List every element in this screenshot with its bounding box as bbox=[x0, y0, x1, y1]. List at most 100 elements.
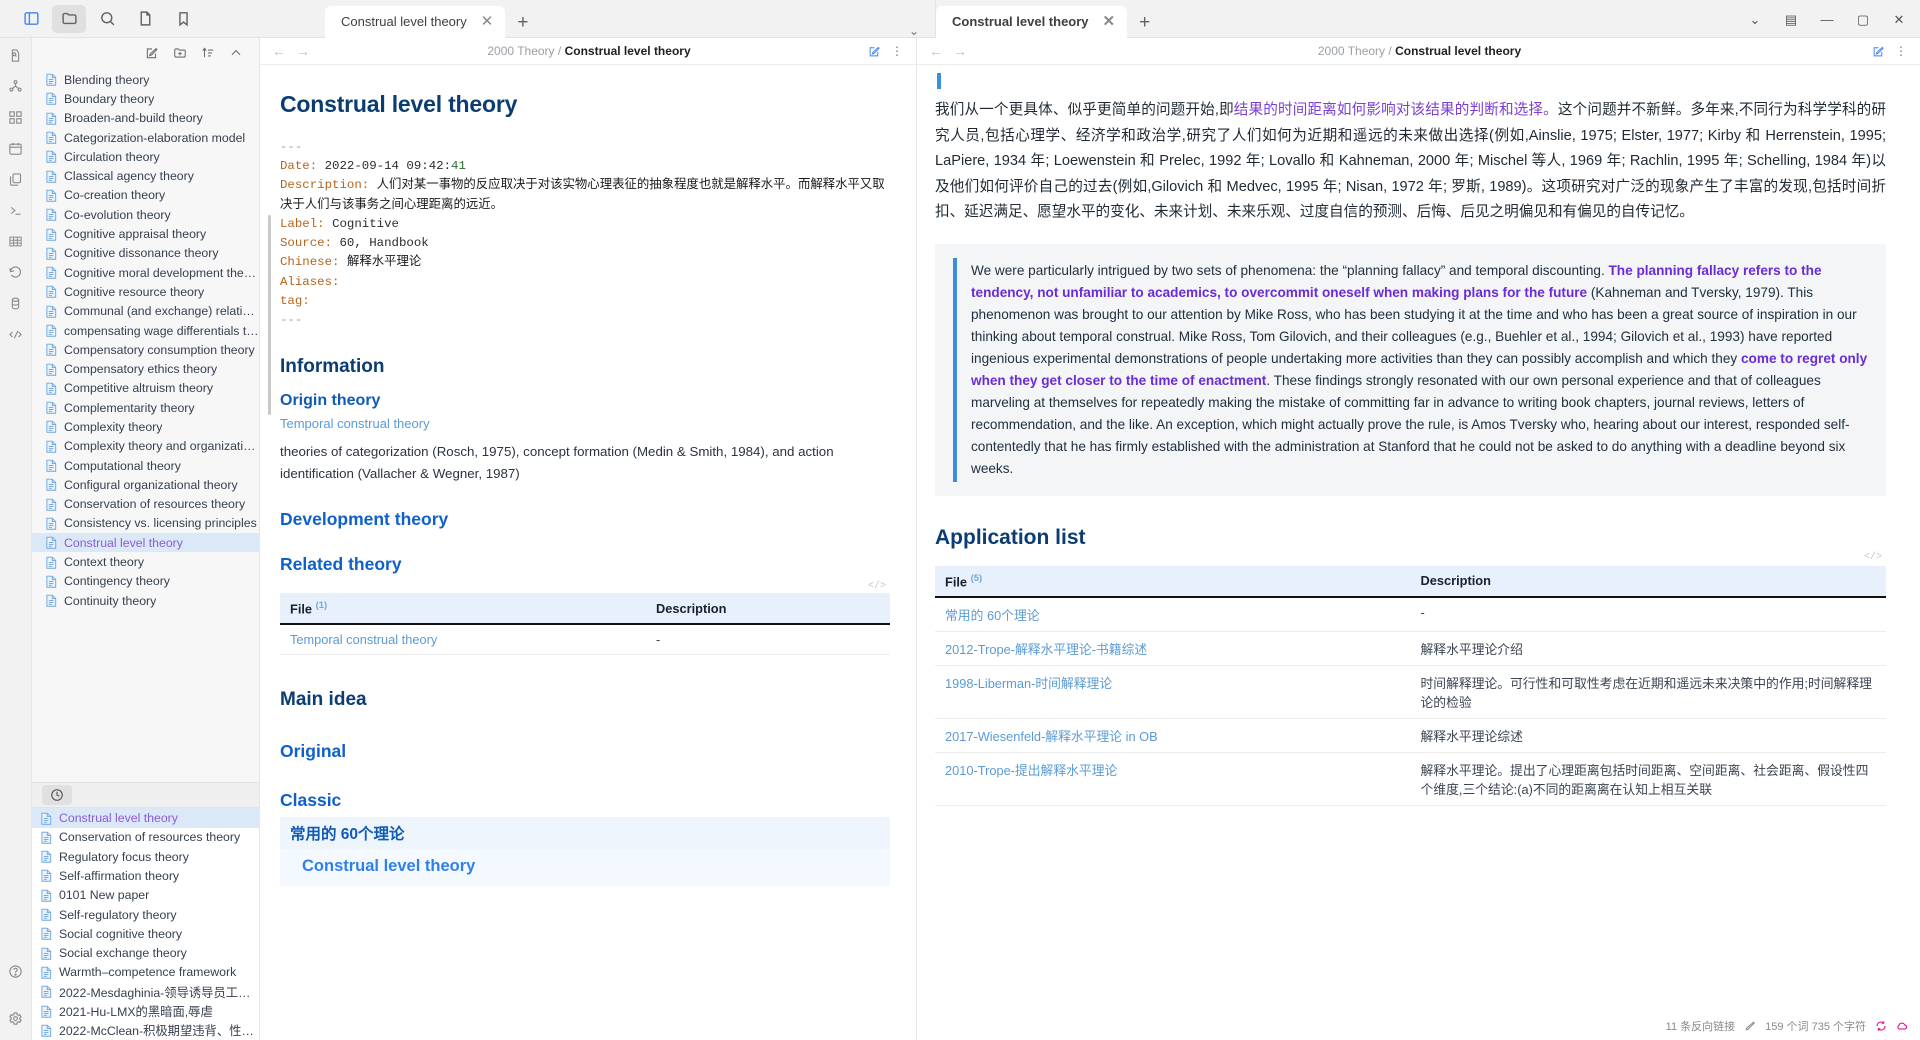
recent-file-list[interactable]: Construal level theory Conservation of re… bbox=[32, 808, 259, 1040]
file-list-item[interactable]: Computational theory bbox=[32, 456, 259, 475]
file-list-item[interactable]: Boundary theory bbox=[32, 89, 259, 108]
minimize-pane-icon[interactable]: ⌄ bbox=[1738, 5, 1772, 35]
table-row[interactable]: 常用的 60个理论 - bbox=[935, 597, 1886, 633]
file-link[interactable]: Temporal construal theory bbox=[290, 632, 437, 647]
cell-file[interactable]: Temporal construal theory bbox=[280, 624, 646, 656]
terminal-icon[interactable] bbox=[8, 203, 23, 218]
file-list[interactable]: Blending theory Boundary theory Broaden-an… bbox=[32, 68, 259, 782]
new-tab-button-center[interactable]: + bbox=[505, 12, 540, 34]
maximize-window-button[interactable]: ▢ bbox=[1846, 5, 1880, 35]
toggle-sidebar-icon[interactable] bbox=[14, 5, 48, 33]
nav-back-button[interactable]: ← bbox=[272, 43, 286, 59]
table-icon[interactable] bbox=[8, 234, 23, 249]
recent-list-item[interactable]: Social cognitive theory bbox=[32, 924, 259, 943]
right-document[interactable]: 我们从一个更具体、似乎更简单的问题开始,即结果的时间距离如何影响对该结果的判断和… bbox=[917, 65, 1920, 1040]
tab-construal-level-theory-right[interactable]: Construal level theory ✕ bbox=[936, 5, 1128, 38]
origin-theory-link[interactable]: Temporal construal theory bbox=[280, 416, 890, 431]
recent-list-item[interactable]: Self-affirmation theory bbox=[32, 866, 259, 885]
breadcrumb-root[interactable]: 2000 Theory bbox=[1318, 44, 1385, 58]
recent-list-item[interactable]: Social exchange theory bbox=[32, 944, 259, 963]
document-icon[interactable] bbox=[128, 5, 162, 33]
nav-forward-button[interactable]: → bbox=[296, 43, 310, 59]
center-document[interactable]: Construal level theory --- Date: 2022-09… bbox=[260, 65, 916, 1040]
tab-construal-level-theory-center[interactable]: Construal level theory ✕ bbox=[325, 5, 506, 38]
search-icon[interactable] bbox=[90, 5, 124, 33]
breadcrumb-root[interactable]: 2000 Theory bbox=[487, 44, 554, 58]
recent-list-item[interactable]: Self-regulatory theory bbox=[32, 905, 259, 924]
file-link[interactable]: 2010-Trope-提出解释水平理论 bbox=[945, 763, 1117, 778]
recent-list-item[interactable]: 2022-McClean-积极期望违背、性别、想... bbox=[32, 1021, 259, 1040]
related-theory-table[interactable]: File (1) Description Temporal construal … bbox=[280, 593, 890, 656]
new-doc-icon[interactable] bbox=[145, 46, 159, 60]
bookmark-icon[interactable] bbox=[166, 5, 200, 33]
file-list-item[interactable]: Cognitive moral development theory bbox=[32, 263, 259, 282]
more-vertical-icon[interactable]: ⋮ bbox=[1895, 44, 1908, 58]
file-list-item[interactable]: Competitive altruism theory bbox=[32, 379, 259, 398]
file-list-item[interactable]: Co-evolution theory bbox=[32, 205, 259, 224]
sync-icon[interactable] bbox=[1875, 1020, 1887, 1032]
file-list-item[interactable]: compensating wage differentials theory bbox=[32, 321, 259, 340]
nav-forward-button[interactable]: → bbox=[953, 43, 967, 59]
recent-list-item[interactable]: Warmth–competence framework bbox=[32, 963, 259, 982]
classic-embed-body[interactable]: Construal level theory bbox=[280, 849, 890, 887]
table-row[interactable]: 2017-Wiesenfeld-解释水平理论 in OB 解释水平理论综述 bbox=[935, 718, 1886, 754]
cell-file[interactable]: 2017-Wiesenfeld-解释水平理论 in OB bbox=[935, 718, 1411, 754]
clock-icon[interactable] bbox=[42, 785, 72, 806]
close-icon[interactable]: ✕ bbox=[1103, 14, 1116, 29]
file-list-item[interactable]: Cognitive dissonance theory bbox=[32, 244, 259, 263]
cell-file[interactable]: 1998-Liberman-时间解释理论 bbox=[935, 665, 1411, 720]
code-icon[interactable] bbox=[8, 327, 23, 342]
table-row[interactable]: 1998-Liberman-时间解释理论 时间解释理论。可行性和可取性考虑在近期和… bbox=[935, 665, 1886, 720]
edit-icon[interactable] bbox=[868, 45, 881, 58]
file-list-item[interactable]: Complementarity theory bbox=[32, 398, 259, 417]
file-list-item[interactable]: Circulation theory bbox=[32, 147, 259, 166]
help-icon[interactable] bbox=[8, 964, 23, 979]
file-list-item[interactable]: Configural organizational theory bbox=[32, 475, 259, 494]
file-list-item[interactable]: Continuity theory bbox=[32, 591, 259, 610]
recent-list-item[interactable]: Conservation of resources theory bbox=[32, 828, 259, 847]
close-icon[interactable]: ✕ bbox=[481, 14, 494, 29]
recent-list-item[interactable]: 2021-Hu-LMX的黑暗面,辱虐 bbox=[32, 1001, 259, 1020]
file-list-item[interactable]: Complexity theory bbox=[32, 417, 259, 436]
settings-icon[interactable] bbox=[8, 1011, 23, 1026]
cell-file[interactable]: 2010-Trope-提出解释水平理论 bbox=[935, 752, 1411, 807]
new-tab-button-right[interactable]: + bbox=[1127, 12, 1162, 34]
table-row[interactable]: Temporal construal theory - bbox=[280, 624, 890, 656]
history-icon[interactable] bbox=[8, 265, 23, 280]
code-icon[interactable]: </> bbox=[868, 581, 886, 592]
file-list-item[interactable]: Compensatory consumption theory bbox=[32, 340, 259, 359]
backlink-count[interactable]: 11 条反向链接 bbox=[1666, 1018, 1735, 1034]
file-link[interactable]: 2012-Trope-解释水平理论-书籍综述 bbox=[945, 642, 1147, 657]
recent-list-item[interactable]: Regulatory focus theory bbox=[32, 847, 259, 866]
blocks-icon[interactable] bbox=[8, 110, 23, 125]
file-list-item[interactable]: Blending theory bbox=[32, 70, 259, 89]
cell-file[interactable]: 2012-Trope-解释水平理论-书籍综述 bbox=[935, 631, 1411, 667]
classic-embed-heading[interactable]: 常用的 60个理论 bbox=[280, 817, 890, 850]
file-list-item[interactable]: Cognitive appraisal theory bbox=[32, 224, 259, 243]
file-list-item[interactable]: Consistency vs. licensing principles bbox=[32, 514, 259, 533]
copy-icon[interactable] bbox=[8, 172, 23, 187]
more-vertical-icon[interactable]: ⋮ bbox=[891, 44, 904, 58]
cloud-icon[interactable] bbox=[1896, 1020, 1908, 1032]
file-link[interactable]: 常用的 60个理论 bbox=[945, 608, 1040, 623]
file-list-item[interactable]: Context theory bbox=[32, 552, 259, 571]
file-list-item[interactable]: Categorization-elaboration model bbox=[32, 128, 259, 147]
file-list-item[interactable]: Conservation of resources theory bbox=[32, 495, 259, 514]
calendar-icon[interactable] bbox=[8, 141, 23, 156]
file-list-item[interactable]: Construal level theory bbox=[32, 533, 259, 553]
minimize-window-button[interactable]: — bbox=[1810, 5, 1844, 35]
file-link[interactable]: 1998-Liberman-时间解释理论 bbox=[945, 676, 1112, 691]
file-list-item[interactable]: Cognitive resource theory bbox=[32, 282, 259, 301]
doc-search-icon[interactable] bbox=[8, 48, 23, 63]
database-icon[interactable] bbox=[8, 296, 23, 311]
chevron-down-icon-center[interactable]: ⌄ bbox=[909, 24, 935, 38]
table-row[interactable]: 2010-Trope-提出解释水平理论 解释水平理论。提出了心理距离包括时间距离、… bbox=[935, 752, 1886, 807]
file-list-item[interactable]: Co-creation theory bbox=[32, 186, 259, 205]
pencil-icon[interactable] bbox=[1744, 1020, 1756, 1032]
recent-list-item[interactable]: 2022-Mesdaghinia-领导诱导员工非伦理... bbox=[32, 982, 259, 1001]
split-pane-icon[interactable]: ▤ bbox=[1774, 5, 1808, 35]
folder-icon[interactable] bbox=[52, 4, 86, 33]
application-list-table[interactable]: File (5) Description 常用的 60个理论 -2012-Trop… bbox=[935, 565, 1886, 807]
recent-list-item[interactable]: 0101 New paper bbox=[32, 886, 259, 905]
code-icon[interactable]: </> bbox=[1864, 552, 1882, 563]
